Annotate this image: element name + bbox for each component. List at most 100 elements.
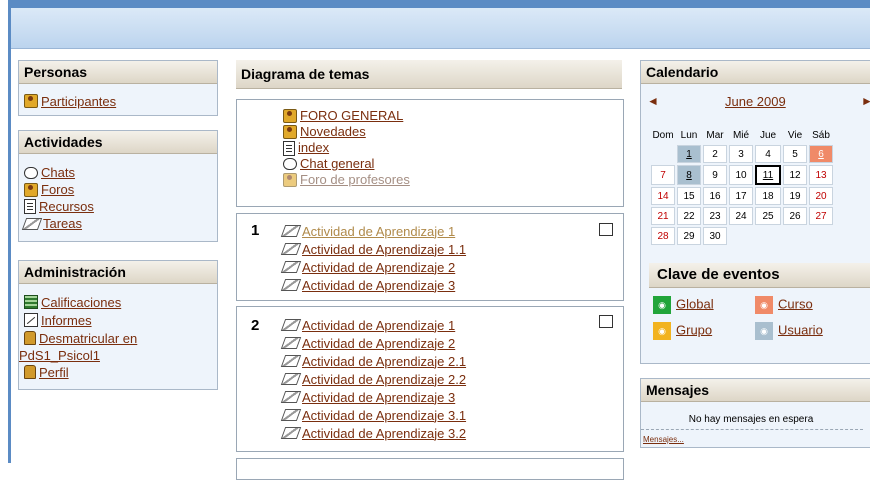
topics-header: Diagrama de temas bbox=[236, 60, 622, 89]
activity-item[interactable]: Actividad de Aprendizaje 1 bbox=[280, 222, 466, 240]
event-key-link[interactable]: Usuario bbox=[778, 322, 823, 337]
prev-month-arrow-icon[interactable]: ◄ bbox=[647, 94, 659, 108]
forum-icon bbox=[283, 109, 297, 123]
informes-link[interactable]: Informes bbox=[41, 313, 92, 328]
event-key-usuario[interactable]: ◉ Usuario bbox=[755, 322, 823, 340]
assignment-icon bbox=[280, 427, 302, 439]
calendar-day: 21 bbox=[651, 207, 675, 225]
calendar-day-event[interactable]: 6 bbox=[809, 145, 833, 163]
calendar-week: 21 22 23 24 25 26 27 bbox=[651, 207, 833, 225]
activity-foro-general[interactable]: FORO GENERAL bbox=[283, 108, 410, 124]
activity-link[interactable]: Actividad de Aprendizaje 1.1 bbox=[302, 242, 466, 257]
activity-link[interactable]: Actividad de Aprendizaje 3 bbox=[302, 278, 455, 293]
eye-icon: ◉ bbox=[653, 322, 671, 340]
activity-item[interactable]: Actividad de Aprendizaje 3 bbox=[280, 388, 466, 406]
calendar-day: 19 bbox=[783, 187, 807, 205]
activity-item[interactable]: Actividad de Aprendizaje 2 bbox=[280, 258, 466, 276]
event-key-link[interactable]: Grupo bbox=[676, 322, 712, 337]
next-month-arrow-icon[interactable]: ► bbox=[861, 94, 870, 108]
calendar-day: 3 bbox=[729, 145, 753, 163]
activity-link[interactable]: Actividad de Aprendizaje 3 bbox=[302, 390, 455, 405]
activity-link[interactable]: Actividad de Aprendizaje 2.2 bbox=[302, 372, 466, 387]
event-key-link[interactable]: Curso bbox=[778, 296, 813, 311]
weekday-label: Jue bbox=[759, 129, 777, 141]
nav-item-desmatricular-cont[interactable]: PdS1_Psicol1 bbox=[19, 347, 217, 363]
calendar-day: 13 bbox=[809, 165, 833, 185]
activity-link[interactable]: Novedades bbox=[300, 124, 366, 140]
activity-item[interactable]: Actividad de Aprendizaje 2.2 bbox=[280, 370, 466, 388]
activity-item[interactable]: Actividad de Aprendizaje 3 bbox=[280, 276, 466, 294]
participantes-link[interactable]: Participantes bbox=[41, 94, 116, 109]
events-key: Clave de eventos ◉ Global ◉ Curso ◉ Grupo ◉… bbox=[649, 263, 870, 356]
section-highlight-checkbox[interactable] bbox=[599, 223, 613, 236]
tareas-link[interactable]: Tareas bbox=[43, 215, 82, 233]
calendar-day-event[interactable]: 1 bbox=[677, 145, 701, 163]
calendar-month-link[interactable]: June 2009 bbox=[725, 94, 786, 109]
activity-novedades[interactable]: Novedades bbox=[283, 124, 410, 140]
calificaciones-link[interactable]: Calificaciones bbox=[41, 295, 121, 310]
nav-item-foros[interactable]: Foros bbox=[24, 181, 217, 198]
section-highlight-checkbox[interactable] bbox=[599, 315, 613, 328]
nav-item-participantes[interactable]: Participantes bbox=[24, 92, 217, 110]
activity-item[interactable]: Actividad de Aprendizaje 2.1 bbox=[280, 352, 466, 370]
nav-item-informes[interactable]: Informes bbox=[24, 311, 217, 329]
calendar-day-today[interactable]: 11 bbox=[755, 165, 781, 185]
calendar-day: 4 bbox=[755, 145, 781, 163]
activity-link[interactable]: Actividad de Aprendizaje 1 bbox=[302, 318, 455, 333]
activity-foro-profesores[interactable]: Foro de profesores bbox=[283, 172, 410, 188]
activity-link[interactable]: Actividad de Aprendizaje 2 bbox=[302, 336, 455, 351]
eye-icon: ◉ bbox=[755, 296, 773, 314]
assignment-icon bbox=[280, 279, 302, 291]
desmatricular-link[interactable]: Desmatricular en bbox=[39, 331, 137, 346]
perfil-link[interactable]: Perfil bbox=[39, 365, 69, 380]
foros-link[interactable]: Foros bbox=[41, 181, 74, 199]
calendar-day: 20 bbox=[809, 187, 833, 205]
activity-chat-general[interactable]: Chat general bbox=[283, 156, 410, 172]
calendar-day-empty bbox=[755, 227, 781, 245]
activity-item[interactable]: Actividad de Aprendizaje 1 bbox=[280, 316, 466, 334]
activity-item[interactable]: Actividad de Aprendizaje 3.1 bbox=[280, 406, 466, 424]
event-key-grupo[interactable]: ◉ Grupo bbox=[653, 322, 712, 340]
activity-link[interactable]: Actividad de Aprendizaje 3.1 bbox=[302, 408, 466, 423]
nav-item-tareas[interactable]: Tareas bbox=[21, 215, 217, 233]
activity-link[interactable]: Actividad de Aprendizaje 1 bbox=[302, 224, 455, 239]
chats-link[interactable]: Chats bbox=[41, 164, 75, 182]
weekday-header-row: Dom Lun Mar Mié Jue Vie Sáb bbox=[651, 127, 833, 143]
activity-index[interactable]: index bbox=[283, 140, 410, 156]
activity-item[interactable]: Actividad de Aprendizaje 3.2 bbox=[280, 424, 466, 442]
block-title: Calendario bbox=[641, 61, 870, 84]
event-key-link[interactable]: Global bbox=[676, 296, 714, 311]
block-administracion: Administración Calificaciones Informes D… bbox=[18, 260, 218, 390]
calendar-day-event[interactable]: 8 bbox=[677, 165, 701, 185]
nav-item-desmatricular[interactable]: Desmatricular en bbox=[24, 329, 217, 347]
messages-link[interactable]: Mensajes... bbox=[643, 435, 684, 444]
activity-item[interactable]: Actividad de Aprendizaje 2 bbox=[280, 334, 466, 352]
block-actividades: Actividades Chats Foros Recursos Tareas bbox=[18, 130, 218, 242]
left-frame bbox=[8, 0, 11, 463]
activity-link[interactable]: index bbox=[298, 140, 329, 156]
nav-item-chats[interactable]: Chats bbox=[24, 164, 217, 181]
activity-link[interactable]: Actividad de Aprendizaje 3.2 bbox=[302, 426, 466, 441]
nav-item-perfil[interactable]: Perfil bbox=[24, 363, 217, 381]
eye-icon: ◉ bbox=[755, 322, 773, 340]
event-key-global[interactable]: ◉ Global bbox=[653, 296, 714, 314]
report-icon bbox=[24, 313, 38, 327]
nav-item-calificaciones[interactable]: Calificaciones bbox=[24, 293, 217, 311]
person-icon bbox=[24, 365, 36, 379]
assignment-icon bbox=[280, 337, 302, 349]
weekday-label: Dom bbox=[652, 129, 674, 141]
activity-link[interactable]: Actividad de Aprendizaje 2.1 bbox=[302, 354, 466, 369]
nav-item-recursos[interactable]: Recursos bbox=[24, 198, 217, 215]
desmatricular-link-course[interactable]: PdS1_Psicol1 bbox=[19, 348, 100, 363]
recursos-link[interactable]: Recursos bbox=[39, 198, 94, 216]
activity-link[interactable]: Actividad de Aprendizaje 2 bbox=[302, 260, 455, 275]
document-icon bbox=[24, 199, 36, 214]
activity-item[interactable]: Actividad de Aprendizaje 1.1 bbox=[280, 240, 466, 258]
activity-link-dimmed[interactable]: Foro de profesores bbox=[300, 172, 410, 188]
activity-link[interactable]: FORO GENERAL bbox=[300, 108, 403, 124]
activity-link[interactable]: Chat general bbox=[300, 156, 374, 172]
section-number: 2 bbox=[251, 317, 260, 334]
messages-text: No hay mensajes en espera bbox=[688, 414, 814, 425]
event-key-curso[interactable]: ◉ Curso bbox=[755, 296, 813, 314]
calendar-day: 18 bbox=[755, 187, 781, 205]
